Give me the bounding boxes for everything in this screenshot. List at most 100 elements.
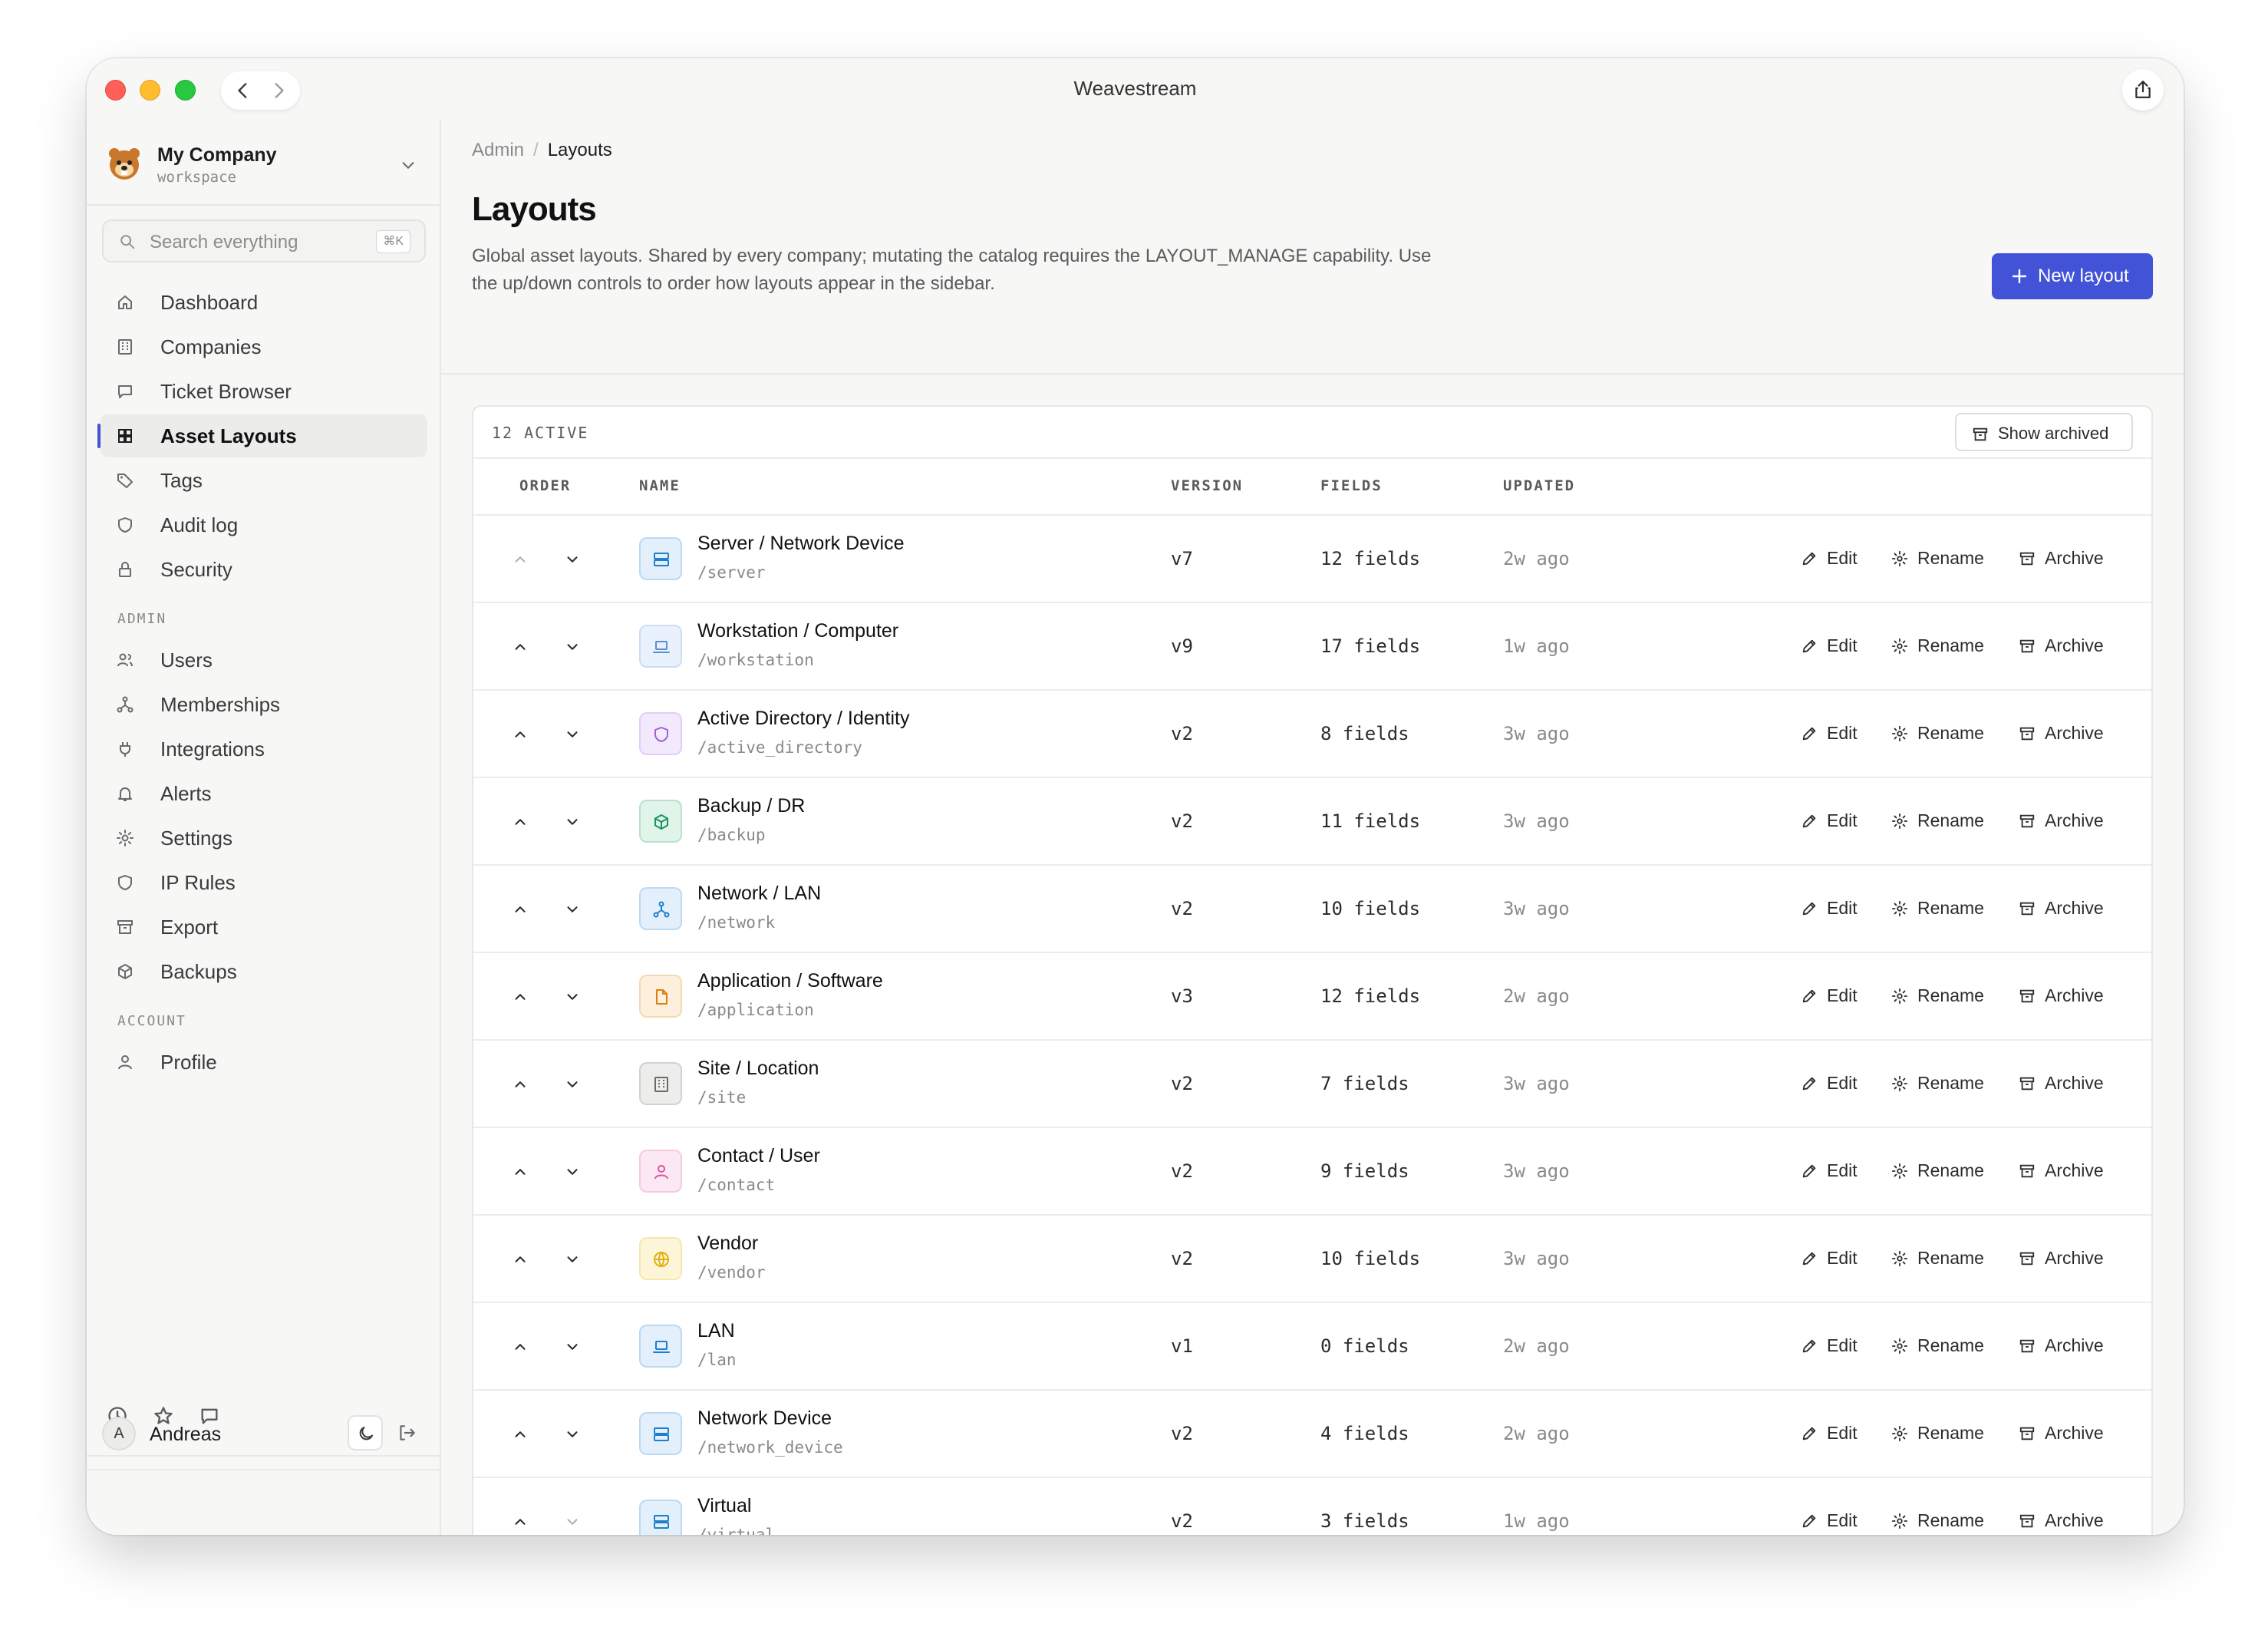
rename-button[interactable]: Rename bbox=[1891, 721, 1999, 746]
edit-button[interactable]: Edit bbox=[1801, 1334, 1870, 1358]
move-up-button[interactable] bbox=[512, 901, 529, 922]
move-up-button[interactable] bbox=[512, 1076, 529, 1097]
search-input[interactable]: Search everything ⌘K bbox=[102, 219, 426, 262]
move-down-button[interactable] bbox=[564, 1163, 581, 1184]
move-down-button[interactable] bbox=[564, 1513, 581, 1534]
move-down-button[interactable] bbox=[564, 1338, 581, 1359]
move-up-button[interactable] bbox=[512, 1513, 529, 1534]
edit-button[interactable]: Edit bbox=[1801, 1071, 1870, 1096]
move-down-button[interactable] bbox=[564, 1076, 581, 1097]
edit-button[interactable]: Edit bbox=[1801, 1246, 1870, 1271]
sidebar-item-audit-log[interactable]: Audit log bbox=[101, 503, 427, 546]
edit-button[interactable]: Edit bbox=[1801, 896, 1870, 921]
sidebar-item-dashboard[interactable]: Dashboard bbox=[101, 281, 427, 324]
sidebar-item-export[interactable]: Export bbox=[101, 906, 427, 949]
sidebar-item-tags[interactable]: Tags bbox=[101, 459, 427, 502]
sidebar-item-ip-rules[interactable]: IP Rules bbox=[101, 861, 427, 904]
layout-name[interactable]: Contact / User bbox=[697, 1145, 820, 1167]
move-down-button[interactable] bbox=[564, 639, 581, 659]
sidebar-item-settings[interactable]: Settings bbox=[101, 817, 427, 860]
layout-name[interactable]: Active Directory / Identity bbox=[697, 708, 909, 730]
move-up-button[interactable] bbox=[512, 813, 529, 834]
edit-button[interactable]: Edit bbox=[1801, 546, 1870, 571]
rename-button[interactable]: Rename bbox=[1891, 896, 1999, 921]
move-up-button[interactable] bbox=[512, 1338, 529, 1359]
rename-button[interactable]: Rename bbox=[1891, 1071, 1999, 1096]
layout-name[interactable]: Vendor bbox=[697, 1233, 758, 1255]
sidebar-item-asset-layouts[interactable]: Asset Layouts bbox=[97, 414, 427, 457]
layout-name[interactable]: Workstation / Computer bbox=[697, 620, 898, 642]
move-down-button[interactable] bbox=[564, 726, 581, 747]
archive-button[interactable]: Archive bbox=[2019, 1421, 2118, 1446]
sidebar-item-users[interactable]: Users bbox=[101, 639, 427, 681]
edit-button[interactable]: Edit bbox=[1801, 1421, 1870, 1446]
rename-button[interactable]: Rename bbox=[1891, 809, 1999, 833]
move-down-button[interactable] bbox=[564, 901, 581, 922]
divider bbox=[441, 373, 2184, 375]
sidebar-item-label: Dashboard bbox=[160, 291, 259, 314]
move-down-button[interactable] bbox=[564, 813, 581, 834]
sidebar-item-backups[interactable]: Backups bbox=[101, 950, 427, 993]
share-button[interactable] bbox=[2122, 69, 2164, 111]
avatar[interactable]: A bbox=[102, 1417, 136, 1450]
edit-button[interactable]: Edit bbox=[1801, 721, 1870, 746]
edit-button[interactable]: Edit bbox=[1801, 1509, 1870, 1533]
rename-button[interactable]: Rename bbox=[1891, 984, 1999, 1008]
move-down-icon bbox=[567, 819, 578, 825]
rename-button[interactable]: Rename bbox=[1891, 546, 1999, 571]
archive-button[interactable]: Archive bbox=[2019, 984, 2118, 1008]
layout-name[interactable]: Server / Network Device bbox=[697, 533, 905, 555]
move-up-button[interactable] bbox=[512, 639, 529, 659]
logout-icon[interactable] bbox=[397, 1423, 417, 1443]
move-up-button[interactable] bbox=[512, 1426, 529, 1447]
layout-name[interactable]: Backup / DR bbox=[697, 795, 805, 817]
rename-button[interactable]: Rename bbox=[1891, 634, 1999, 658]
move-up-button[interactable] bbox=[512, 1163, 529, 1184]
show-archived-button[interactable]: Show archived bbox=[1955, 413, 2133, 451]
layout-name[interactable]: Site / Location bbox=[697, 1058, 819, 1080]
archive-button[interactable]: Archive bbox=[2019, 1246, 2118, 1271]
theme-toggle-button[interactable] bbox=[348, 1415, 383, 1450]
rename-button[interactable]: Rename bbox=[1891, 1159, 1999, 1183]
rename-button[interactable]: Rename bbox=[1891, 1421, 1999, 1446]
edit-button[interactable]: Edit bbox=[1801, 984, 1870, 1008]
sidebar-item-integrations[interactable]: Integrations bbox=[101, 728, 427, 771]
rename-button[interactable]: Rename bbox=[1891, 1509, 1999, 1533]
sidebar-item-companies[interactable]: Companies bbox=[101, 325, 427, 368]
sidebar-item-security[interactable]: Security bbox=[101, 548, 427, 591]
layout-name[interactable]: LAN bbox=[697, 1320, 735, 1342]
move-down-button[interactable] bbox=[564, 1426, 581, 1447]
move-up-button[interactable] bbox=[512, 1251, 529, 1272]
archive-button[interactable]: Archive bbox=[2019, 809, 2118, 833]
sidebar-item-profile[interactable]: Profile bbox=[101, 1041, 427, 1084]
layout-name[interactable]: Network / LAN bbox=[697, 883, 821, 905]
archive-button[interactable]: Archive bbox=[2019, 1071, 2118, 1096]
edit-button[interactable]: Edit bbox=[1801, 809, 1870, 833]
archive-button[interactable]: Archive bbox=[2019, 634, 2118, 658]
breadcrumb-parent[interactable]: Admin bbox=[472, 140, 524, 160]
archive-button[interactable]: Archive bbox=[2019, 896, 2118, 921]
archive-button[interactable]: Archive bbox=[2019, 1509, 2118, 1533]
move-down-button[interactable] bbox=[564, 988, 581, 1009]
archive-button[interactable]: Archive bbox=[2019, 1334, 2118, 1358]
layout-name[interactable]: Application / Software bbox=[697, 970, 883, 992]
workspace-switcher[interactable]: My Company workspace bbox=[105, 141, 427, 187]
edit-button[interactable]: Edit bbox=[1801, 1159, 1870, 1183]
new-layout-button[interactable]: New layout bbox=[1992, 253, 2153, 299]
archive-button[interactable]: Archive bbox=[2019, 1159, 2118, 1183]
layout-name[interactable]: Virtual bbox=[697, 1495, 751, 1517]
move-up-button[interactable] bbox=[512, 551, 529, 572]
move-up-button[interactable] bbox=[512, 726, 529, 747]
layout-name[interactable]: Network Device bbox=[697, 1407, 832, 1430]
move-down-button[interactable] bbox=[564, 1251, 581, 1272]
sidebar-item-ticket-browser[interactable]: Ticket Browser bbox=[101, 370, 427, 413]
archive-button[interactable]: Archive bbox=[2019, 721, 2118, 746]
rename-button[interactable]: Rename bbox=[1891, 1246, 1999, 1271]
move-up-button[interactable] bbox=[512, 988, 529, 1009]
move-down-button[interactable] bbox=[564, 551, 581, 572]
rename-button[interactable]: Rename bbox=[1891, 1334, 1999, 1358]
edit-button[interactable]: Edit bbox=[1801, 634, 1870, 658]
sidebar-item-alerts[interactable]: Alerts bbox=[101, 772, 427, 815]
archive-button[interactable]: Archive bbox=[2019, 546, 2118, 571]
sidebar-item-memberships[interactable]: Memberships bbox=[101, 683, 427, 726]
